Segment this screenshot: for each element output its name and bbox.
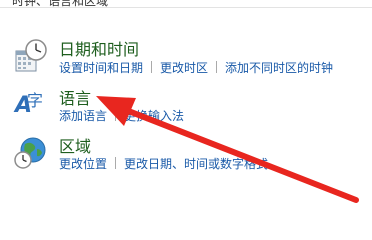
link-change-input-method[interactable]: 更换输入法 — [124, 109, 184, 123]
category-title-date-time[interactable]: 日期和时间 — [59, 36, 139, 60]
link-set-time-date[interactable]: 设置时间和日期 — [59, 61, 143, 75]
link-separator — [151, 61, 153, 73]
category-date-time: 日期和时间 设置时间和日期 更改时区 添加不同时区的时钟 — [0, 36, 372, 80]
link-separator — [216, 61, 218, 73]
link-change-format[interactable]: 更改日期、时间或数字格式 — [124, 157, 268, 171]
language-icon[interactable]: A 字 — [12, 85, 48, 121]
link-add-clocks[interactable]: 添加不同时区的时钟 — [225, 61, 333, 75]
link-separator — [115, 157, 117, 169]
svg-text:字: 字 — [27, 91, 43, 110]
breadcrumb: 时钟、语言和区域 — [0, 0, 372, 8]
language-links: 添加语言 更换输入法 — [59, 107, 184, 124]
category-title-language[interactable]: 语言 — [59, 85, 91, 109]
link-add-language[interactable]: 添加语言 — [59, 109, 107, 123]
link-change-location[interactable]: 更改位置 — [59, 157, 107, 171]
region-links: 更改位置 更改日期、时间或数字格式 — [59, 155, 268, 172]
date-time-links: 设置时间和日期 更改时区 添加不同时区的时钟 — [59, 59, 333, 76]
calendar-clock-icon[interactable] — [12, 39, 48, 75]
link-change-timezone[interactable]: 更改时区 — [160, 61, 208, 75]
globe-clock-icon[interactable] — [12, 135, 48, 171]
category-title-region[interactable]: 区域 — [59, 133, 91, 157]
category-region: 区域 更改位置 更改日期、时间或数字格式 — [0, 133, 372, 177]
category-language: A 字 语言 添加语言 更换输入法 — [0, 85, 372, 129]
link-separator — [115, 109, 117, 121]
